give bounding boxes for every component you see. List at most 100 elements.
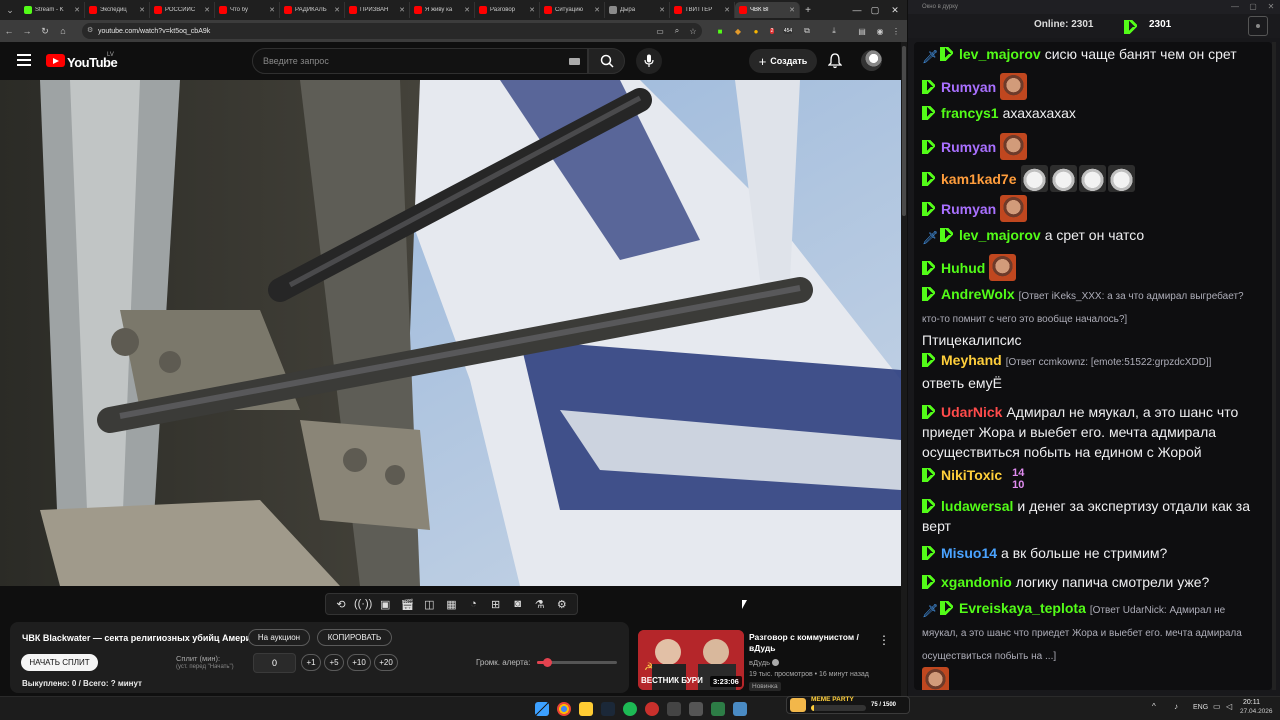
chat-username[interactable]: Rumyan bbox=[941, 79, 996, 95]
browser-tab[interactable]: ЧВК Bl ✕ bbox=[735, 2, 800, 18]
chat-username[interactable]: AndreWolx bbox=[941, 286, 1015, 302]
close-window-icon[interactable]: ✕ bbox=[886, 0, 904, 20]
tab-close-icon[interactable]: ✕ bbox=[204, 6, 210, 14]
split-minutes-input[interactable]: 0 bbox=[253, 653, 296, 673]
tab-close-icon[interactable]: ✕ bbox=[659, 6, 665, 14]
tab-close-icon[interactable]: ✕ bbox=[269, 6, 275, 14]
tab-close-icon[interactable]: ✕ bbox=[74, 6, 80, 14]
gear-icon[interactable]: ⚙ bbox=[554, 596, 570, 612]
zoom-icon[interactable]: ⌕ bbox=[671, 25, 683, 37]
extension-honey-icon[interactable]: ● bbox=[750, 25, 762, 37]
increment-1-button[interactable]: +1 bbox=[301, 654, 321, 671]
address-bar[interactable]: ⚙ youtube.com/watch?v=kt5oq_cbA9k bbox=[82, 23, 702, 39]
extension-badge-b[interactable]: 454 bbox=[782, 25, 794, 37]
site-info-icon[interactable]: ⚙ bbox=[87, 26, 93, 34]
minimize-icon[interactable]: — bbox=[848, 0, 866, 20]
telegram-icon[interactable] bbox=[733, 702, 747, 716]
profile-icon[interactable]: ◉ bbox=[874, 25, 886, 37]
spotify-icon[interactable] bbox=[623, 702, 637, 716]
chat-username[interactable]: lev_majorov bbox=[959, 46, 1041, 62]
browser-tab[interactable]: Я живу ка ✕ bbox=[410, 2, 475, 18]
video-settings-icon[interactable]: ▣ bbox=[377, 596, 393, 612]
recommendation-title[interactable]: Разговор с коммунистом / вДудь bbox=[749, 632, 869, 654]
steam-icon[interactable] bbox=[601, 702, 615, 716]
chrome-icon[interactable] bbox=[557, 702, 571, 716]
browser-tab[interactable]: Разговор ✕ bbox=[475, 2, 540, 18]
meme-party-widget[interactable]: MEME PARTY 75 / 1500 bbox=[786, 696, 910, 714]
cast-icon[interactable]: ▭ bbox=[654, 25, 666, 37]
extension-kick-icon[interactable]: ■ bbox=[714, 25, 726, 37]
chat-username[interactable]: UdarNick bbox=[941, 404, 1002, 420]
browser-tab[interactable]: Дыра ✕ bbox=[605, 2, 670, 18]
tab-close-icon[interactable]: ✕ bbox=[399, 6, 405, 14]
sidebar-icon[interactable]: ▤ bbox=[856, 25, 868, 37]
chat-username[interactable]: Rumyan bbox=[941, 201, 996, 217]
video-player[interactable] bbox=[0, 80, 901, 586]
flask-icon[interactable]: ⚗ bbox=[532, 596, 548, 612]
download-icon[interactable]: ⤓ bbox=[828, 25, 840, 37]
filmstrip-icon[interactable]: ▦ bbox=[443, 596, 459, 612]
tab-close-icon[interactable]: ✕ bbox=[789, 6, 795, 14]
page-scrollbar[interactable] bbox=[901, 42, 907, 696]
more-actions-icon[interactable]: ⋮ bbox=[878, 633, 890, 647]
app-red-icon[interactable] bbox=[645, 702, 659, 716]
browser-tab[interactable]: Ситуацию ✕ bbox=[540, 2, 605, 18]
voice-search-button[interactable] bbox=[636, 48, 662, 74]
extension-puzzle-icon[interactable]: ◆ bbox=[732, 25, 744, 37]
clapperboard-icon[interactable]: 🎬︎ bbox=[399, 596, 415, 612]
hamburger-menu-icon[interactable] bbox=[17, 54, 31, 66]
clock-date[interactable]: 27.04.2026 bbox=[1240, 708, 1273, 715]
browser-tab[interactable]: Stream - K ✕ bbox=[20, 2, 85, 18]
copy-button[interactable]: КОПИРОВАТЬ bbox=[317, 629, 392, 646]
tab-close-icon[interactable]: ✕ bbox=[594, 6, 600, 14]
bookmark-star-icon[interactable]: ☆ bbox=[687, 25, 699, 37]
tray-chevron-icon[interactable]: ^ bbox=[1152, 702, 1156, 711]
start-split-button[interactable]: НАЧАТЬ СПЛИТ bbox=[21, 654, 98, 671]
home-icon[interactable]: ⌂ bbox=[54, 26, 72, 36]
broadcast-icon[interactable]: ((·)) bbox=[354, 596, 372, 612]
tab-search-icon[interactable]: ⌄ bbox=[0, 0, 20, 20]
tab-close-icon[interactable]: ✕ bbox=[139, 6, 145, 14]
browser-tab[interactable]: РАДИКАЛЬ ✕ bbox=[280, 2, 345, 18]
chat-username[interactable]: xgandonio bbox=[941, 574, 1012, 590]
chat-username[interactable]: Evreiskaya_teplota bbox=[959, 600, 1086, 616]
browser-tab[interactable]: ПРИЗВАН ✕ bbox=[345, 2, 410, 18]
search-button[interactable] bbox=[588, 48, 625, 74]
chat-username[interactable]: Misuo14 bbox=[941, 545, 997, 561]
browser-tab[interactable]: Что бу ✕ bbox=[215, 2, 280, 18]
chat-username[interactable]: ludawersal bbox=[941, 498, 1013, 514]
add-media-icon[interactable]: ⊞ bbox=[488, 596, 504, 612]
app-green-icon[interactable] bbox=[711, 702, 725, 716]
chat-username[interactable]: kam1kad7e bbox=[941, 171, 1017, 187]
forward-icon[interactable]: → bbox=[18, 26, 36, 36]
start-icon[interactable] bbox=[535, 702, 549, 716]
increment-5-button[interactable]: +5 bbox=[324, 654, 344, 671]
browser-menu-icon[interactable]: ⋮ bbox=[890, 25, 902, 37]
extension-badge-a[interactable]: 2 bbox=[766, 25, 778, 37]
tab-close-icon[interactable]: ✕ bbox=[334, 6, 340, 14]
maximize-icon[interactable]: ▢ bbox=[866, 0, 884, 20]
clock-time[interactable]: 20:11 bbox=[1243, 699, 1260, 706]
extensions-icon[interactable]: ⧉ bbox=[801, 25, 813, 37]
picture-in-picture-icon[interactable]: ◫ bbox=[421, 596, 437, 612]
network-icon[interactable]: ▭ bbox=[1213, 702, 1221, 711]
chat-settings-button[interactable] bbox=[1248, 16, 1268, 36]
back-icon[interactable]: ← bbox=[0, 26, 18, 36]
chat-username[interactable]: francys1 bbox=[941, 105, 999, 121]
chat-username[interactable]: Meyhand bbox=[941, 352, 1002, 368]
create-button[interactable]: + Создать bbox=[749, 49, 817, 73]
volume-thumb[interactable] bbox=[542, 658, 552, 667]
recommendation-channel[interactable]: вДудь bbox=[749, 658, 780, 667]
media-player-icon[interactable] bbox=[689, 702, 703, 716]
notifications-button[interactable] bbox=[826, 52, 844, 70]
tab-close-icon[interactable]: ✕ bbox=[724, 6, 730, 14]
browser-tab[interactable]: ТВИТТЕР ✕ bbox=[670, 2, 735, 18]
increment-10-button[interactable]: +10 bbox=[347, 654, 371, 671]
input-language[interactable]: ENG bbox=[1193, 704, 1208, 711]
speed-gauge-icon[interactable]: ◔ bbox=[466, 596, 482, 612]
tab-close-icon[interactable]: ✕ bbox=[464, 6, 470, 14]
file-explorer-icon[interactable] bbox=[579, 702, 593, 716]
browser-tab[interactable]: РОССИЙС ✕ bbox=[150, 2, 215, 18]
obs-icon[interactable] bbox=[667, 702, 681, 716]
to-auction-button[interactable]: На аукцион bbox=[248, 629, 310, 646]
